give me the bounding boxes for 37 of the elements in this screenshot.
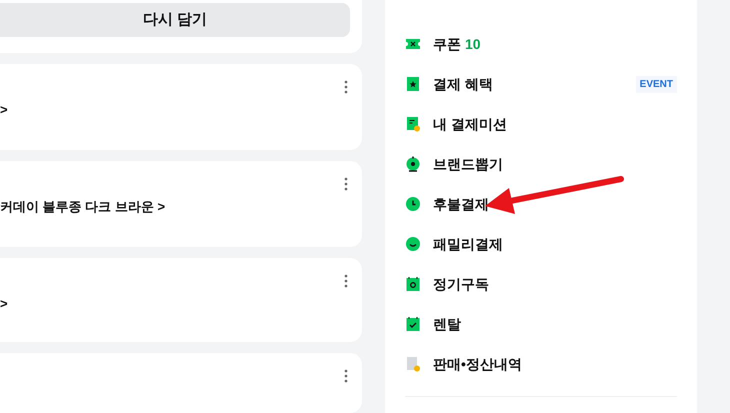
menu-item[interactable]: 렌탈 [405, 304, 677, 344]
smile-icon [405, 236, 421, 252]
product-title[interactable]: > [0, 294, 8, 314]
menu-label: 결제 혜택 [433, 74, 493, 94]
coupon-count: 10 [465, 34, 481, 54]
checklist-icon [405, 116, 421, 132]
menu-item[interactable]: 브랜드뽑기 [405, 144, 677, 184]
menu-label: 후불결제 [433, 194, 489, 214]
menu-item[interactable]: 정기구독 [405, 264, 677, 304]
menu-item[interactable]: 결제 혜택 EVENT [405, 64, 677, 104]
menu-label: 쿠폰 [433, 34, 461, 54]
menu-item[interactable]: 쿠폰 10 [405, 24, 677, 64]
clock-icon [405, 196, 421, 212]
menu-label: 정기구독 [433, 274, 489, 294]
capsule-icon [405, 156, 421, 172]
more-icon[interactable] [344, 177, 348, 191]
menu-label: 내 결제미션 [433, 114, 507, 134]
more-icon[interactable] [344, 369, 348, 383]
menu-label: 렌탈 [433, 314, 461, 334]
more-icon[interactable] [344, 274, 348, 288]
menu-item[interactable]: 내 결제미션 [405, 104, 677, 144]
product-title[interactable]: > [0, 100, 8, 120]
receipt-icon [405, 356, 421, 372]
event-badge: EVENT [636, 76, 677, 92]
menu-item[interactable]: 패밀리결제 [405, 224, 677, 264]
menu-label: 패밀리결제 [433, 234, 503, 254]
more-icon[interactable] [344, 80, 348, 94]
menu-item[interactable]: 후불결제 [405, 184, 677, 224]
product-title[interactable]: 커데이 블루종 다크 브라운 > [0, 197, 166, 216]
reload-cart-button[interactable]: 다시 담기 [0, 3, 350, 37]
ticket-icon [405, 36, 421, 52]
calendar-check-icon [405, 316, 421, 332]
calendar-refresh-icon [405, 276, 421, 292]
menu-label: 브랜드뽑기 [433, 154, 503, 174]
menu-item[interactable]: 판매•정산내역 [405, 344, 677, 384]
star-card-icon [405, 76, 421, 92]
menu-label: 판매•정산내역 [433, 354, 522, 374]
